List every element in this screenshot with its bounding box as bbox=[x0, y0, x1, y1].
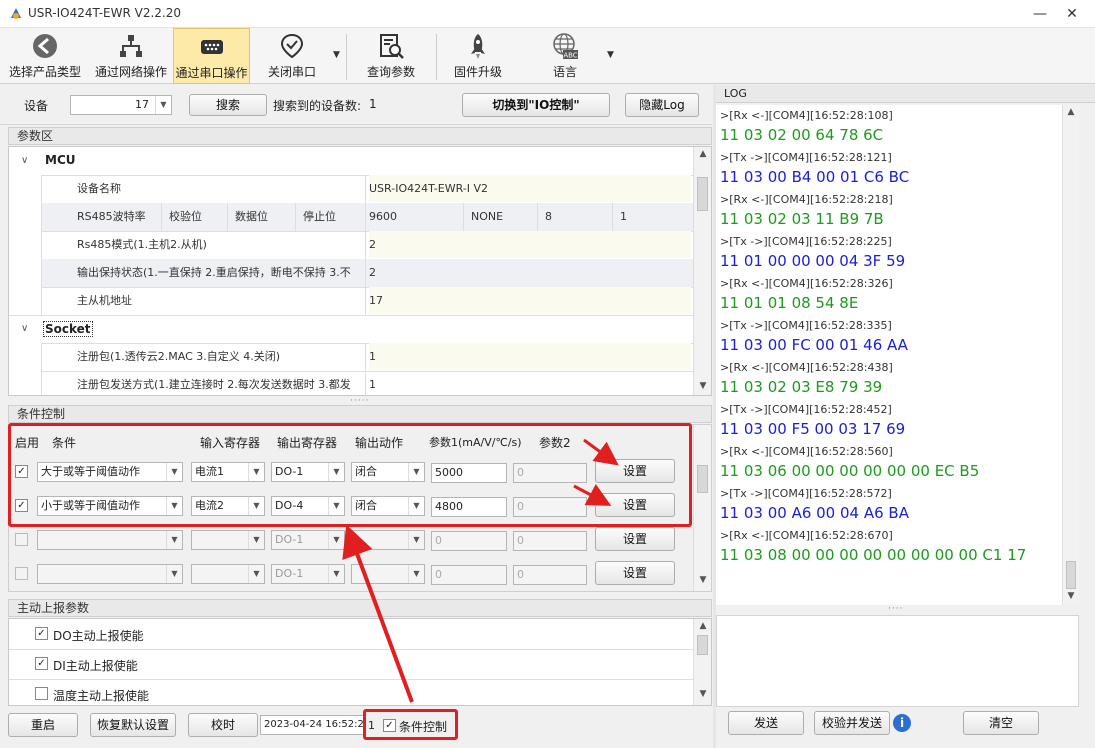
info-icon[interactable]: i bbox=[893, 714, 911, 732]
log-meta-line: >[Tx ->][COM4][16:52:28:335] bbox=[720, 319, 892, 332]
log-area[interactable]: >[Rx <-][COM4][16:52:28:108] 11 03 02 00 … bbox=[716, 105, 1079, 605]
log-rx-line: 11 03 02 03 E8 79 39 bbox=[720, 378, 883, 396]
log-scrollbar[interactable]: ▲ ▼ bbox=[1062, 105, 1079, 605]
log-scroll-thumb[interactable] bbox=[1066, 561, 1076, 589]
log-tx-line: 11 03 00 FC 00 01 46 AA bbox=[720, 336, 908, 354]
log-tx-line: 11 03 00 A6 00 04 A6 BA bbox=[720, 504, 909, 522]
log-meta-line: >[Tx ->][COM4][16:52:28:572] bbox=[720, 487, 892, 500]
check-send-button[interactable]: 校验并发送 bbox=[814, 711, 890, 735]
log-meta-line: >[Rx <-][COM4][16:52:28:108] bbox=[720, 109, 893, 122]
log-meta-line: >[Rx <-][COM4][16:52:28:560] bbox=[720, 445, 893, 458]
log-rx-line: 11 03 02 03 11 B9 7B bbox=[720, 210, 884, 228]
send-input-area[interactable] bbox=[716, 615, 1079, 707]
log-meta-line: >[Tx ->][COM4][16:52:28:225] bbox=[720, 235, 892, 248]
annotation-arrows bbox=[342, 438, 619, 703]
log-rx-line: 11 01 01 08 54 8E bbox=[720, 294, 859, 312]
log-tx-line: 11 03 00 F5 00 03 17 69 bbox=[720, 420, 906, 438]
log-meta-line: >[Rx <-][COM4][16:52:28:218] bbox=[720, 193, 893, 206]
log-meta-line: >[Rx <-][COM4][16:52:28:326] bbox=[720, 277, 893, 290]
log-panel: LOG >[Rx <-][COM4][16:52:28:108] 11 03 02… bbox=[716, 85, 1095, 748]
scroll-up-icon[interactable]: ▲ bbox=[1064, 107, 1078, 117]
log-rx-line: 11 03 06 00 00 00 00 00 00 EC B5 bbox=[720, 462, 980, 480]
log-meta-line: >[Tx ->][COM4][16:52:28:452] bbox=[720, 403, 892, 416]
clear-button[interactable]: 清空 bbox=[963, 711, 1039, 735]
log-meta-line: >[Rx <-][COM4][16:52:28:438] bbox=[720, 361, 893, 374]
log-tx-line: 11 03 00 B4 00 01 C6 BC bbox=[720, 168, 910, 186]
log-rx-line: 11 03 02 00 64 78 6C bbox=[720, 126, 884, 144]
log-tx-line: 11 01 00 00 00 04 3F 59 bbox=[720, 252, 906, 270]
minimize-button[interactable]: — bbox=[1028, 4, 1052, 24]
log-meta-line: >[Rx <-][COM4][16:52:28:670] bbox=[720, 529, 893, 542]
log-rx-line: 11 03 08 00 00 00 00 00 00 00 00 C1 17 bbox=[720, 546, 1027, 564]
log-header: LOG bbox=[716, 85, 1095, 103]
log-meta-line: >[Tx ->][COM4][16:52:28:121] bbox=[720, 151, 892, 164]
scroll-down-icon[interactable]: ▼ bbox=[1064, 591, 1078, 601]
log-splitter-handle[interactable]: ···· bbox=[888, 604, 903, 614]
send-button[interactable]: 发送 bbox=[728, 711, 804, 735]
close-window-button[interactable]: ✕ bbox=[1060, 4, 1084, 24]
